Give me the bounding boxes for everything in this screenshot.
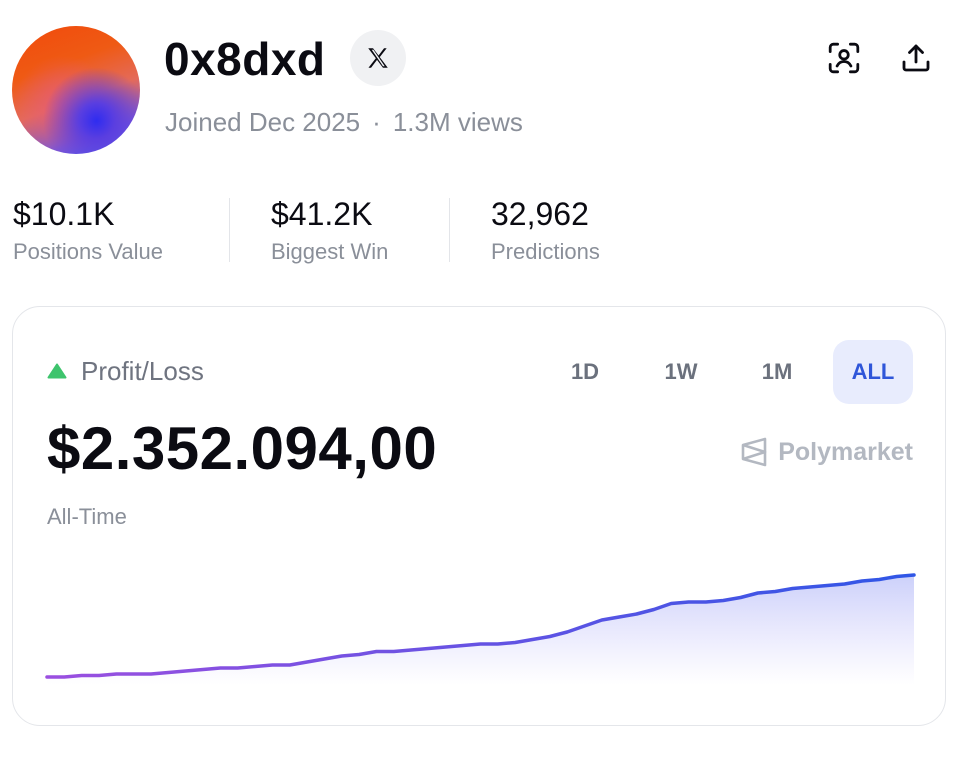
triangle-up-icon — [47, 363, 67, 379]
stat-value: $10.1K — [13, 196, 115, 232]
stat-label: Positions Value — [13, 239, 164, 264]
pnl-series-line — [45, 573, 916, 679]
period-label: All-Time — [47, 504, 127, 529]
stat-divider — [449, 198, 450, 262]
x-profile-link-button[interactable] — [350, 30, 406, 86]
meta-separator: · — [372, 107, 381, 137]
profit-loss-value: $2.352.094,00 — [47, 415, 438, 482]
username: 0x8dxd — [164, 33, 326, 85]
stat-value: $41.2K — [271, 196, 373, 232]
stat-divider — [229, 198, 230, 262]
stat-positions-value: $10.1K Positions Value — [13, 194, 163, 266]
brand-name: Polymarket — [778, 437, 913, 466]
pnl-area-fill — [47, 575, 914, 685]
stat-value: 32,962 — [491, 196, 589, 232]
stat-predictions: 32,962 Predictions — [491, 194, 600, 266]
scan-profile-button[interactable] — [824, 38, 864, 78]
range-tab-1m[interactable]: 1M — [737, 340, 817, 404]
scan-profile-icon — [828, 42, 860, 74]
share-upload-icon — [902, 44, 930, 72]
profile-meta: Joined Dec 2025 · 1.3M views — [165, 106, 523, 138]
share-button[interactable] — [896, 38, 936, 78]
polymarket-logo-icon — [741, 437, 767, 467]
stat-label: Biggest Win — [271, 239, 389, 264]
avatar[interactable] — [12, 26, 140, 154]
range-tab-1w[interactable]: 1W — [641, 340, 721, 404]
view-count: 1.3M views — [392, 107, 523, 137]
range-tab-1d[interactable]: 1D — [545, 340, 625, 404]
profit-loss-header: Profit/Loss — [47, 355, 204, 387]
x-logo-icon — [368, 48, 388, 68]
profit-loss-card: Profit/Loss 1D 1W 1M ALL $2.352.094,00 P… — [12, 306, 946, 726]
time-range-tabs: 1D 1W 1M ALL — [545, 340, 913, 404]
stat-label: Predictions — [491, 239, 600, 264]
stat-biggest-win: $41.2K Biggest Win — [271, 194, 388, 266]
range-tab-all[interactable]: ALL — [833, 340, 913, 404]
profit-loss-label: Profit/Loss — [81, 356, 204, 386]
joined-date: Joined Dec 2025 — [165, 107, 361, 137]
polymarket-brand: Polymarket — [740, 437, 913, 467]
